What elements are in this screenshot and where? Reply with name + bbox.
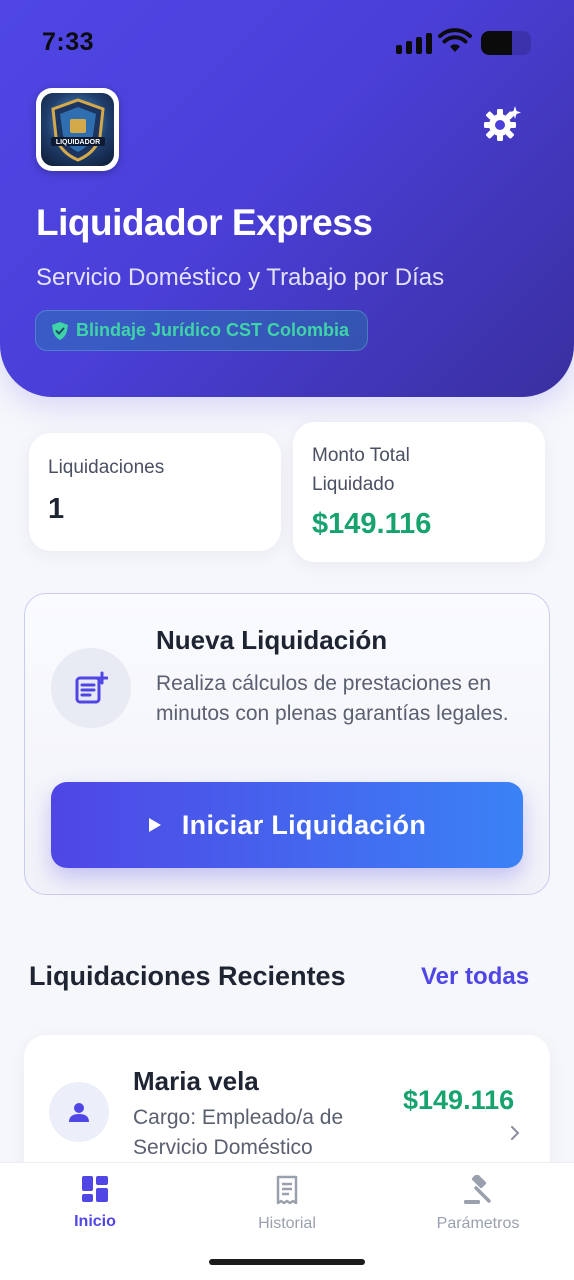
chevron-right-icon (511, 1126, 520, 1140)
app-screen: 7:33 LIQUIDADOR Liquidador Express Servi… (0, 0, 574, 1280)
tab-inicio[interactable]: Inicio (25, 1175, 165, 1231)
person-icon (49, 1082, 109, 1142)
battery-icon (481, 31, 531, 55)
tab-historial-label: Historial (258, 1215, 316, 1232)
app-title: Liquidador Express (36, 202, 373, 243)
status-bar: 7:33 (0, 0, 574, 80)
app-subtitle: Servicio Doméstico y Trabajo por Días (36, 264, 445, 291)
legal-badge: Blindaje Jurídico CST Colombia (35, 310, 368, 351)
gear-sparkle-icon[interactable] (484, 104, 522, 142)
tab-parametros-label: Parámetros (436, 1215, 520, 1232)
receipt-icon (276, 1175, 298, 1205)
stat-total-value: $149.116 (312, 508, 432, 540)
stat-card-count: Liquidaciones 1 (29, 433, 281, 551)
app-logo: LIQUIDADOR (36, 88, 119, 171)
recent-section-title: Liquidaciones Recientes (29, 961, 346, 991)
wifi-icon (438, 28, 472, 52)
new-liquidation-description: Realiza cálculos de prestaciones en minu… (156, 672, 509, 725)
tab-parametros[interactable]: Parámetros (408, 1175, 548, 1233)
gavel-icon (464, 1175, 491, 1204)
see-all-link[interactable]: Ver todas (421, 963, 529, 991)
stat-count-value: 1 (48, 493, 65, 525)
stat-total-label: Monto Total Liquidado (312, 445, 410, 495)
recent-item-name: Maria vela (133, 1066, 259, 1096)
badge-label: Blindaje Jurídico CST Colombia (76, 320, 350, 340)
cellular-signal-icon (396, 32, 432, 54)
note-add-icon (51, 648, 131, 728)
start-liquidation-button[interactable]: Iniciar Liquidación (51, 782, 523, 868)
new-liquidation-title: Nueva Liquidación (156, 625, 388, 655)
stat-count-label: Liquidaciones (48, 457, 165, 478)
recent-item-amount: $149.116 (403, 1085, 515, 1115)
stat-card-total: Monto Total Liquidado $149.116 (293, 422, 545, 562)
tab-historial[interactable]: Historial (217, 1175, 357, 1233)
home-indicator (209, 1259, 365, 1265)
shield-logo-icon: LIQUIDADOR (50, 97, 105, 162)
status-time: 7:33 (42, 28, 95, 56)
logo-text: LIQUIDADOR (55, 139, 99, 146)
dashboard-icon (82, 1176, 108, 1202)
tab-inicio-label: Inicio (74, 1213, 116, 1230)
shield-check-icon (52, 321, 68, 340)
play-icon (148, 818, 161, 832)
recent-item-role: Cargo: Empleado/a de Servicio Doméstico (133, 1106, 344, 1159)
start-liquidation-label: Iniciar Liquidación (181, 809, 427, 840)
